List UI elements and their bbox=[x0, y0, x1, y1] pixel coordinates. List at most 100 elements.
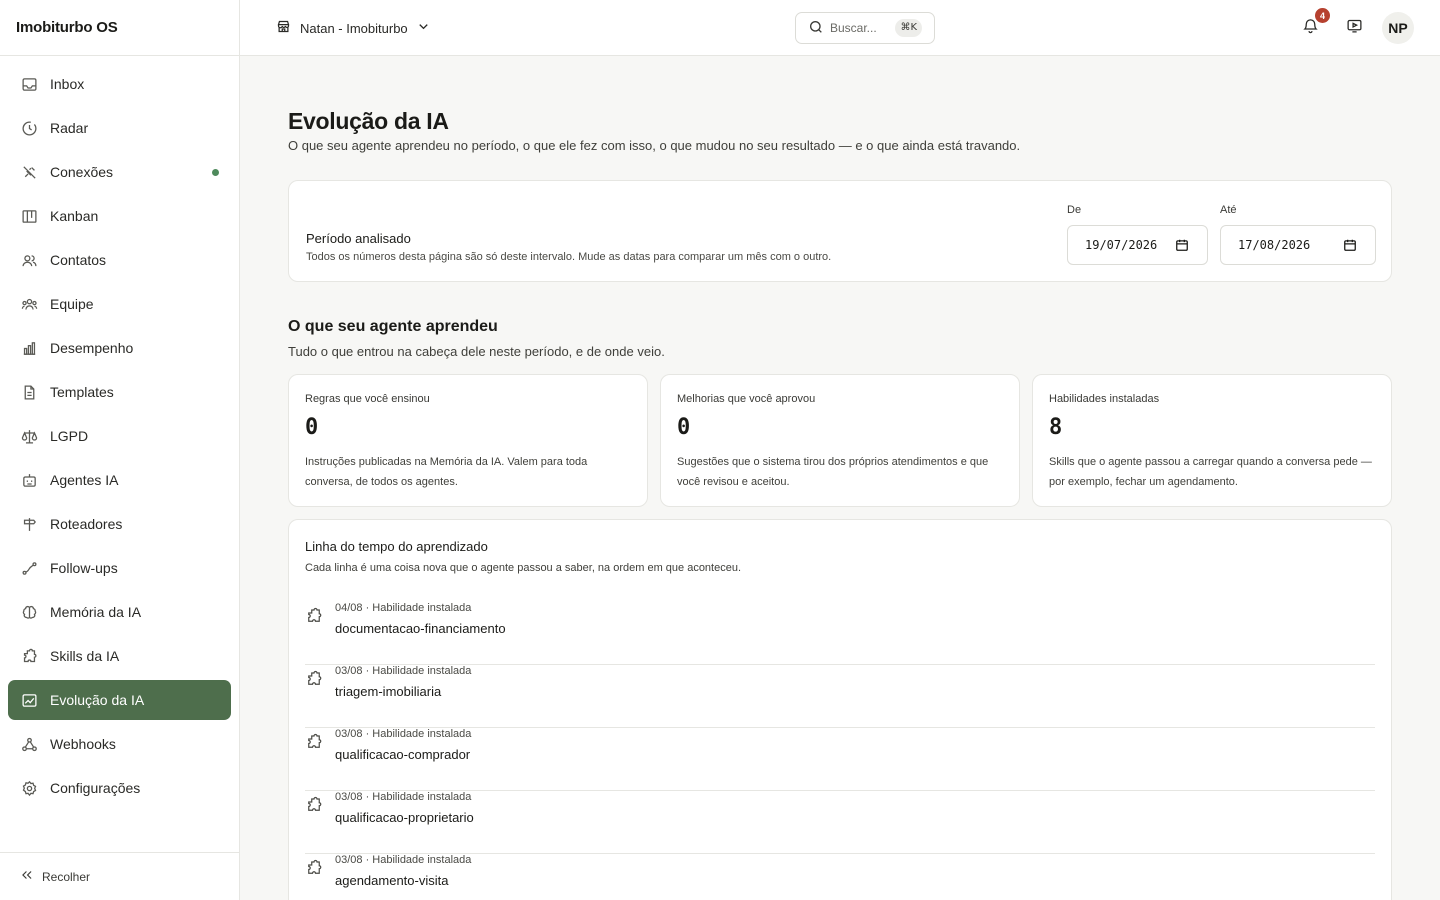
team-icon bbox=[20, 295, 38, 313]
timeline-subtitle: Cada linha é uma coisa nova que o agente… bbox=[305, 562, 742, 574]
signpost-icon bbox=[20, 515, 38, 533]
stat-value: 0 bbox=[677, 415, 691, 440]
timeline-item-name: qualificacao-proprietario bbox=[335, 810, 474, 825]
stat-description: Sugestões que o sistema tirou dos própri… bbox=[677, 456, 989, 488]
sidebar-item-desempenho[interactable]: Desempenho bbox=[8, 328, 231, 368]
sidebar-item-evolucao-da-ia[interactable]: Evolução da IA bbox=[8, 680, 231, 720]
notification-badge: 4 bbox=[1315, 8, 1330, 23]
image-chart-icon bbox=[20, 691, 38, 709]
timeline-item-meta: 03/08 · Habilidade instalada bbox=[335, 665, 472, 677]
sidebar-item-equipe[interactable]: Equipe bbox=[8, 284, 231, 324]
learned-section-title: O que seu agente aprendeu bbox=[288, 318, 498, 335]
sidebar-item-lgpd[interactable]: LGPD bbox=[8, 416, 231, 456]
sidebar-item-label: Desempenho bbox=[50, 340, 134, 356]
sidebar-item-radar[interactable]: Radar bbox=[8, 108, 231, 148]
stat-description: Instruções publicadas na Memória da IA. … bbox=[305, 456, 588, 488]
tutorials-button[interactable] bbox=[1342, 16, 1366, 40]
brain-icon bbox=[20, 603, 38, 621]
puzzle-icon bbox=[20, 647, 38, 665]
sidebar-item-label: LGPD bbox=[50, 428, 89, 444]
timeline-item: 03/08 · Habilidade instalada triagem-imo… bbox=[305, 665, 1375, 728]
sidebar-item-label: Inbox bbox=[50, 76, 85, 92]
period-card: Período analisado Todos os números desta… bbox=[288, 180, 1392, 282]
search-icon bbox=[808, 19, 830, 38]
sidebar-item-label: Radar bbox=[50, 120, 89, 136]
puzzle-icon bbox=[305, 670, 323, 688]
from-date-input[interactable]: 19/07/2026 bbox=[1067, 225, 1208, 265]
sidebar-item-agentes-ia[interactable]: Agentes IA bbox=[8, 460, 231, 500]
stat-card-skills: Habilidades instaladas 8 Skills que o ag… bbox=[1032, 374, 1392, 507]
learning-timeline-card: Linha do tempo do aprendizado Cada linha… bbox=[288, 519, 1392, 900]
connection-status-dot bbox=[212, 169, 219, 176]
users-icon bbox=[20, 251, 38, 269]
timeline-item-name: triagem-imobiliaria bbox=[335, 684, 442, 699]
stat-card-improvements: Melhorias que você aprovou 0 Sugestões q… bbox=[660, 374, 1020, 507]
stat-card-rules: Regras que você ensinou 0 Instruções pub… bbox=[288, 374, 648, 507]
sidebar-item-label: Configurações bbox=[50, 780, 141, 796]
search-shortcut: ⌘K bbox=[895, 19, 922, 37]
sidebar-item-label: Skills da IA bbox=[50, 648, 120, 664]
sidebar-item-memoria-da-ia[interactable]: Memória da IA bbox=[8, 592, 231, 632]
sidebar-item-label: Equipe bbox=[50, 296, 94, 312]
kanban-icon bbox=[20, 207, 38, 225]
top-header: Natan - Imobiturbo Buscar... ⌘K 4 NP bbox=[240, 0, 1440, 56]
calendar-icon bbox=[1343, 238, 1357, 252]
stat-label: Regras que você ensinou bbox=[305, 393, 430, 405]
notifications-button[interactable]: 4 bbox=[1298, 8, 1330, 40]
sidebar-item-contatos[interactable]: Contatos bbox=[8, 240, 231, 280]
period-description: Todos os números desta página são só des… bbox=[306, 251, 832, 263]
route-icon bbox=[20, 559, 38, 577]
chevrons-left-icon bbox=[20, 868, 42, 885]
sidebar-item-inbox[interactable]: Inbox bbox=[8, 64, 231, 104]
sidebar-item-kanban[interactable]: Kanban bbox=[8, 196, 231, 236]
sidebar-item-label: Contatos bbox=[50, 252, 107, 268]
inbox-icon bbox=[20, 75, 38, 93]
calendar-icon bbox=[1175, 238, 1189, 252]
timeline-item: 03/08 · Habilidade instalada qualificaca… bbox=[305, 728, 1375, 791]
workspace-switcher[interactable]: Natan - Imobiturbo bbox=[276, 16, 431, 40]
stat-description: Skills que o agente passou a carregar qu… bbox=[1049, 456, 1372, 488]
from-date-value: 19/07/2026 bbox=[1085, 238, 1158, 252]
sidebar-item-label: Follow-ups bbox=[50, 560, 118, 576]
sidebar-item-skills-da-ia[interactable]: Skills da IA bbox=[8, 636, 231, 676]
page-subtitle: O que seu agente aprendeu no período, o … bbox=[288, 138, 1021, 153]
collapse-sidebar-button[interactable]: Recolher bbox=[0, 852, 239, 900]
workspace-name: Natan - Imobiturbo bbox=[300, 20, 408, 36]
sidebar-item-follow-ups[interactable]: Follow-ups bbox=[8, 548, 231, 588]
timeline-item: 03/08 · Habilidade instalada agendamento… bbox=[305, 854, 1375, 900]
sidebar-item-templates[interactable]: Templates bbox=[8, 372, 231, 412]
stat-label: Melhorias que você aprovou bbox=[677, 393, 816, 405]
sidebar-item-label: Evolução da IA bbox=[50, 692, 145, 708]
search-button[interactable]: Buscar... ⌘K bbox=[795, 12, 935, 44]
timeline-item-name: qualificacao-comprador bbox=[335, 747, 471, 762]
sidebar-nav: Inbox Radar Conexões Kanban Contatos Equ… bbox=[0, 56, 239, 808]
sidebar-item-label: Memória da IA bbox=[50, 604, 142, 620]
timeline-item-meta: 03/08 · Habilidade instalada bbox=[335, 728, 472, 740]
sidebar-item-label: Agentes IA bbox=[50, 472, 119, 488]
scale-icon bbox=[20, 427, 38, 445]
sidebar-item-label: Webhooks bbox=[50, 736, 116, 752]
file-text-icon bbox=[20, 383, 38, 401]
unplug-icon bbox=[20, 163, 38, 181]
timeline-item-name: documentacao-financiamento bbox=[335, 621, 506, 636]
app-title: Imobiturbo OS bbox=[0, 0, 239, 56]
sidebar-item-roteadores[interactable]: Roteadores bbox=[8, 504, 231, 544]
puzzle-icon bbox=[305, 733, 323, 751]
search-placeholder: Buscar... bbox=[830, 21, 877, 35]
from-date-label: De bbox=[1067, 204, 1082, 216]
sidebar-item-webhooks[interactable]: Webhooks bbox=[8, 724, 231, 764]
timeline-item-name: agendamento-visita bbox=[335, 873, 449, 888]
sidebar-item-conexoes[interactable]: Conexões bbox=[8, 152, 231, 192]
page-title: Evolução da IA bbox=[288, 108, 449, 134]
sidebar-item-configuracoes[interactable]: Configurações bbox=[8, 768, 231, 808]
to-date-input[interactable]: 17/08/2026 bbox=[1220, 225, 1376, 265]
clock-icon bbox=[20, 119, 38, 137]
puzzle-icon bbox=[305, 859, 323, 877]
timeline-item-meta: 03/08 · Habilidade instalada bbox=[335, 854, 472, 866]
sidebar-item-label: Kanban bbox=[50, 208, 99, 224]
stat-value: 8 bbox=[1049, 415, 1063, 440]
store-icon bbox=[276, 19, 291, 37]
to-date-value: 17/08/2026 bbox=[1238, 238, 1311, 252]
stat-value: 0 bbox=[305, 415, 319, 440]
user-avatar[interactable]: NP bbox=[1382, 12, 1414, 44]
